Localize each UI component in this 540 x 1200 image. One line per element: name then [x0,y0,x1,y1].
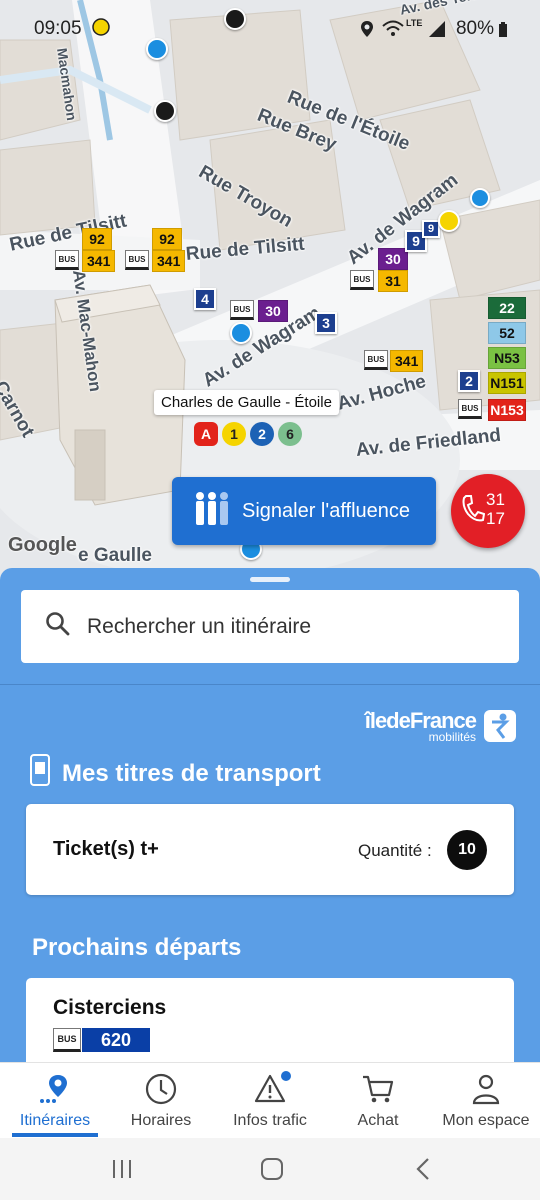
transport-titles-heading: Mes titres de transport [30,754,321,793]
nav-label: Achat [357,1112,399,1129]
bottom-sheet[interactable]: Rechercher un itinéraire îledeFrance mob… [0,568,540,1062]
google-logo: Google [8,534,77,556]
bus-line-chip[interactable]: 30 [378,248,408,270]
location-icon [360,20,374,43]
metro-line-badge: 2 [250,422,274,446]
bus-line-chip[interactable]: 30 [258,300,288,322]
wifi-icon [382,20,404,43]
status-bar: 09:05 LTE 80% [0,0,540,60]
stop-name: Cisterciens [53,996,167,1019]
nav-label: Infos trafic [233,1112,307,1129]
bus-line-badge: 620 [82,1028,150,1052]
report-crowding-label: Signaler l'affluence [242,499,411,522]
bus-badge: BUS [53,1028,81,1052]
bottom-navigation: Itinéraires Horaires Infos trafic Achat … [0,1062,540,1138]
call-number-line1: 31 [486,490,505,509]
street-label: e Gaulle [78,545,152,566]
active-tab-indicator [12,1133,98,1137]
call-3117-button[interactable]: 31 17 [451,474,525,548]
notification-icon [92,18,110,41]
ticket-card[interactable]: Ticket(s) t+ Quantité : 10 [26,804,514,895]
bus-line-chip[interactable]: 92 [152,228,182,250]
cart-icon [361,1063,395,1110]
bus-line-chip[interactable]: 31 [378,270,408,292]
metro-marker[interactable]: 2 [458,370,480,392]
bus-line-chip[interactable]: 341 [152,250,186,272]
bus-badge: BUS [350,270,374,290]
map-view[interactable]: Rue de Tilsitt Rue de l'Étoile Rue Brey … [0,0,540,600]
network-type: LTE [406,18,423,28]
bus-line-chip[interactable]: 92 [82,228,112,250]
itinerary-search-input[interactable]: Rechercher un itinéraire [21,590,519,663]
nav-label: Horaires [130,1112,192,1129]
people-icon [192,488,242,534]
clock-icon [145,1063,177,1110]
search-icon [45,611,71,642]
metro-marker[interactable]: 4 [194,288,216,310]
signal-icon [428,20,446,43]
transport-titles-title: Mes titres de transport [62,759,321,787]
bus-line-chip[interactable]: N53 [488,347,526,369]
battery-icon [498,22,508,43]
call-number: 31 17 [486,490,505,528]
nav-horaires[interactable]: Horaires [118,1063,204,1139]
back-icon[interactable] [414,1157,434,1186]
bus-line-chip[interactable]: N151 [488,372,526,394]
report-crowding-button[interactable]: Signaler l'affluence [172,477,436,545]
bus-line-chip[interactable]: 341 [82,250,116,272]
notification-badge [281,1071,291,1081]
quantity-label: Quantité : [358,841,432,860]
tego-pin[interactable] [154,100,176,122]
bus-line-chip[interactable]: 52 [488,322,526,344]
quantity-badge: 10 [447,830,487,870]
transit-pin[interactable] [470,188,490,208]
metro-line-badge: 1 [222,422,246,446]
nav-itineraires[interactable]: Itinéraires [8,1063,102,1139]
phone-icon [461,494,486,531]
call-number-line2: 17 [486,509,505,528]
departure-card[interactable]: Cisterciens BUS 620 [26,978,514,1062]
nav-label: Mon espace [442,1112,530,1129]
bus-line-chip[interactable]: 22 [488,297,526,319]
bus-badge: BUS [364,350,388,370]
route-pin-icon [38,1063,72,1110]
user-icon [470,1063,502,1110]
phone-ticket-icon [30,754,62,793]
yellow-pin[interactable] [438,210,460,232]
metro-line-badge: 6 [278,422,302,446]
metro-marker[interactable]: 3 [315,312,337,334]
bus-badge: BUS [55,250,79,270]
bus-badge: BUS [125,250,149,270]
battery-level: 80% [455,18,494,39]
rer-line-badge: A [194,422,218,446]
idf-mobilites-logo: îledeFrance mobilités [356,708,516,744]
bus-line-chip[interactable]: 341 [390,350,424,372]
nav-infos-trafic[interactable]: Infos trafic [222,1063,318,1139]
bus-badge: BUS [458,399,482,419]
system-navigation-bar [0,1138,540,1200]
sheet-drag-handle[interactable] [250,577,290,582]
divider [0,684,540,685]
station-label[interactable]: Charles de Gaulle - Étoile [154,390,339,415]
next-departures-heading: Prochains départs [32,934,242,961]
transit-pin[interactable] [230,322,252,344]
recents-icon[interactable] [110,1158,134,1185]
bus-badge: BUS [230,300,254,320]
brand-mark-icon [484,710,516,742]
home-icon[interactable] [260,1157,284,1186]
nav-mon-espace[interactable]: Mon espace [436,1063,536,1139]
bus-line-chip[interactable]: N153 [488,399,526,421]
brand-subtitle: mobilités [428,730,476,744]
status-time: 09:05 [34,18,82,39]
nav-label: Itinéraires [19,1112,91,1129]
search-placeholder: Rechercher un itinéraire [87,614,312,638]
ticket-name: Ticket(s) t+ [53,838,159,860]
nav-achat[interactable]: Achat [338,1063,418,1139]
warning-icon [254,1063,286,1110]
